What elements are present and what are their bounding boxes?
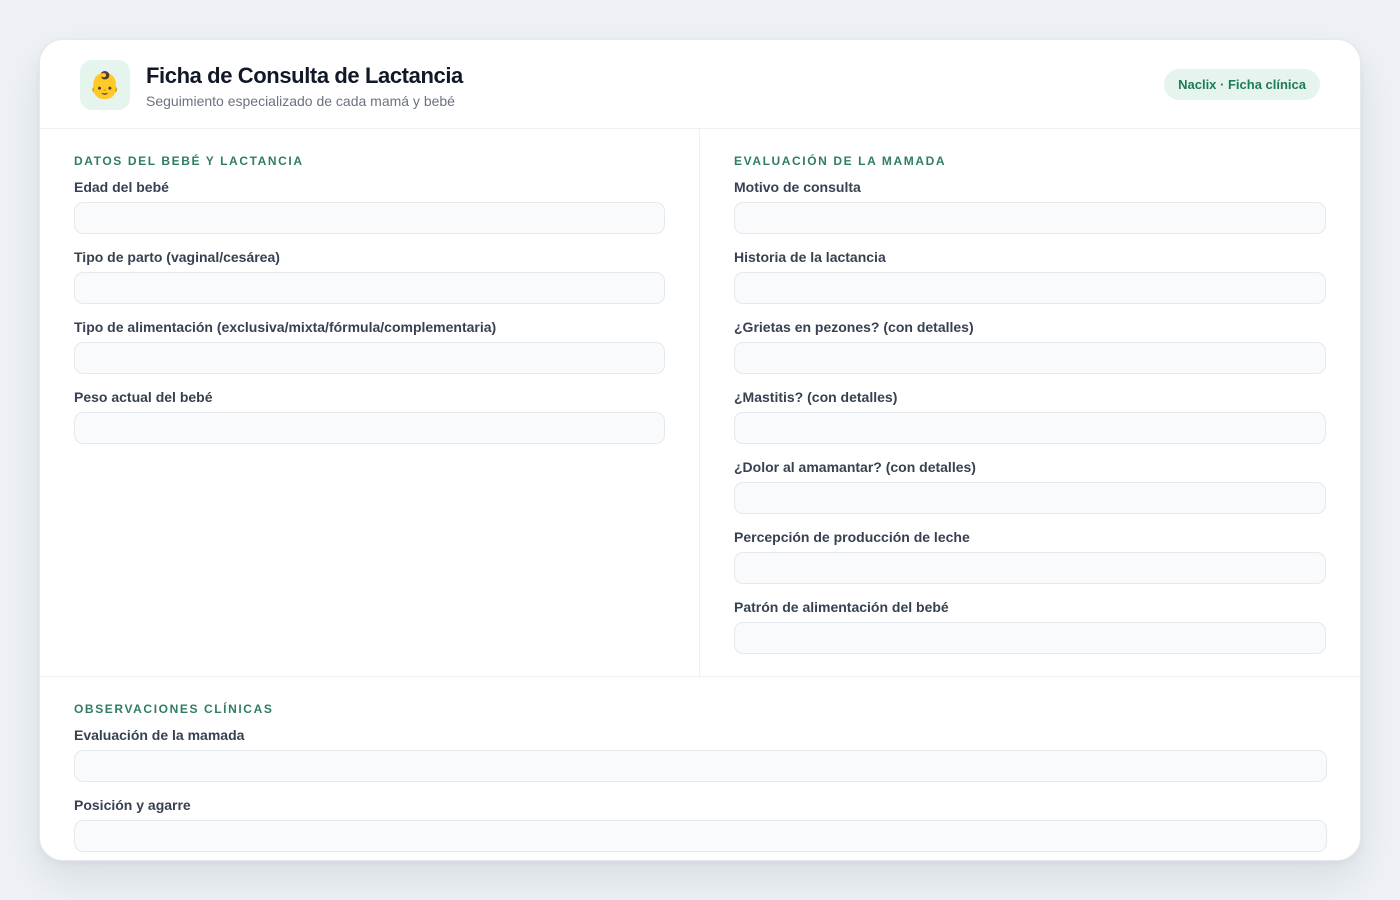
baby-data-section: Datos del bebé y lactancia Edad del bebé… — [40, 129, 700, 676]
mastitis-input[interactable] — [734, 412, 1326, 444]
field-baby-age: Edad del bebé — [74, 178, 665, 234]
field-label: Edad del bebé — [74, 179, 169, 195]
form-header: 👶 Ficha de Consulta de Lactancia Seguimi… — [40, 40, 1360, 129]
position-latch-input[interactable] — [74, 820, 1327, 852]
feeding-pattern-input[interactable] — [734, 622, 1326, 654]
field-feeding-type: Tipo de alimentación (exclusiva/mixta/fó… — [74, 318, 665, 374]
title-block: Ficha de Consulta de Lactancia Seguimien… — [146, 62, 463, 110]
field-milk-production: Percepción de producción de leche — [734, 528, 1326, 584]
field-birth-type: Tipo de parto (vaginal/cesárea) — [74, 248, 665, 304]
clinical-observations-section: Observaciones clínicas Evaluación de la … — [40, 677, 1360, 852]
field-label: Peso actual del bebé — [74, 389, 213, 405]
field-label: Evaluación de la mamada — [74, 727, 245, 743]
field-label: ¿Mastitis? (con detalles) — [734, 389, 898, 405]
milk-production-input[interactable] — [734, 552, 1326, 584]
section-title-baby-data: Datos del bebé y lactancia — [74, 154, 304, 168]
field-baby-weight: Peso actual del bebé — [74, 388, 665, 444]
section-title-feeding-evaluation: Evaluación de la mamada — [734, 154, 947, 168]
birth-type-input[interactable] — [74, 272, 665, 304]
consultation-reason-input[interactable] — [734, 202, 1326, 234]
section-title-clinical-observations: Observaciones clínicas — [74, 702, 274, 716]
field-consultation-reason: Motivo de consulta — [734, 178, 1326, 234]
field-label: Motivo de consulta — [734, 179, 861, 195]
field-label: Patrón de alimentación del bebé — [734, 599, 949, 615]
page-subtitle: Seguimiento especializado de cada mamá y… — [146, 93, 455, 109]
field-label: Tipo de parto (vaginal/cesárea) — [74, 249, 280, 265]
field-lactation-history: Historia de la lactancia — [734, 248, 1326, 304]
field-breastfeeding-pain: ¿Dolor al amamantar? (con detalles) — [734, 458, 1326, 514]
page-title: Ficha de Consulta de Lactancia — [146, 63, 463, 88]
baby-weight-input[interactable] — [74, 412, 665, 444]
feeding-evaluation-section: Evaluación de la mamada Motivo de consul… — [700, 129, 1360, 676]
nipple-cracks-input[interactable] — [734, 342, 1326, 374]
baby-age-input[interactable] — [74, 202, 665, 234]
field-nipple-cracks: ¿Grietas en pezones? (con detalles) — [734, 318, 1326, 374]
field-label: ¿Dolor al amamantar? (con detalles) — [734, 459, 976, 475]
breastfeeding-pain-input[interactable] — [734, 482, 1326, 514]
baby-face-icon: 👶 — [80, 60, 130, 110]
field-label: ¿Grietas en pezones? (con detalles) — [734, 319, 974, 335]
feeding-assessment-input[interactable] — [74, 750, 1327, 782]
consultation-form-card: 👶 Ficha de Consulta de Lactancia Seguimi… — [39, 39, 1361, 861]
field-mastitis: ¿Mastitis? (con detalles) — [734, 388, 1326, 444]
field-label: Tipo de alimentación (exclusiva/mixta/fó… — [74, 319, 497, 335]
field-label: Historia de la lactancia — [734, 249, 886, 265]
feeding-type-input[interactable] — [74, 342, 665, 374]
field-label: Percepción de producción de leche — [734, 529, 970, 545]
app-badge: Naclix · Ficha clínica — [1164, 69, 1320, 100]
field-feeding-assessment: Evaluación de la mamada — [74, 726, 1327, 782]
lactation-history-input[interactable] — [734, 272, 1326, 304]
field-feeding-pattern: Patrón de alimentación del bebé — [734, 598, 1326, 654]
field-label: Posición y agarre — [74, 797, 191, 813]
form-columns: Datos del bebé y lactancia Edad del bebé… — [40, 129, 1360, 677]
field-position-latch: Posición y agarre — [74, 796, 1327, 852]
